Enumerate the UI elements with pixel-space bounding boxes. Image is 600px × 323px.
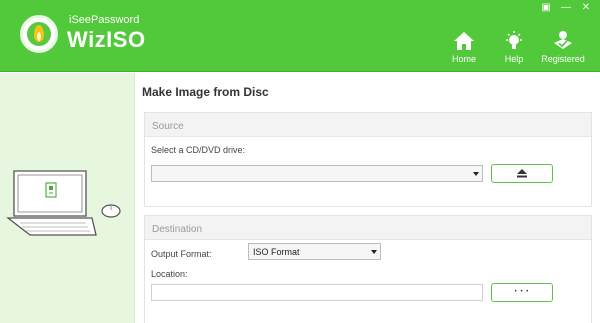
location-label: Location: <box>151 269 188 279</box>
main-content: Make Image from Disc Source Select a CD/… <box>136 73 600 323</box>
browse-button[interactable]: • • • <box>491 283 553 302</box>
window-controls: ▣ — ✕ <box>538 2 594 15</box>
output-format-select[interactable]: ISO Format <box>248 243 381 260</box>
left-illustration-panel <box>0 73 135 323</box>
minimize-button[interactable]: — <box>558 2 574 15</box>
chevron-down-icon <box>371 250 377 254</box>
app-header: iSeePassword WizISO ▣ — ✕ Home Help Regi… <box>0 0 600 72</box>
location-input[interactable] <box>151 284 483 301</box>
chevron-down-icon <box>473 172 479 176</box>
laptop-mouse-illustration <box>6 170 121 236</box>
lightbulb-icon <box>503 28 525 54</box>
brand-subtitle: iSeePassword <box>69 14 140 26</box>
home-icon <box>453 28 475 54</box>
app-logo-icon <box>20 15 58 53</box>
eject-icon <box>517 169 527 178</box>
drive-select[interactable] <box>151 165 483 182</box>
nav-home-label: Home <box>451 54 476 64</box>
output-format-value: ISO Format <box>253 247 300 257</box>
nav-registered-button[interactable]: Registered <box>540 28 586 64</box>
nav-help-label: Help <box>504 54 524 64</box>
nav-home-button[interactable]: Home <box>449 28 479 64</box>
page-title: Make Image from Disc <box>142 85 269 99</box>
source-group: Source Select a CD/DVD drive: <box>144 112 592 207</box>
source-legend: Source <box>145 113 591 137</box>
nav-help-button[interactable]: Help <box>499 28 529 64</box>
close-button[interactable]: ✕ <box>578 2 594 15</box>
destination-group: Destination Output Format: ISO Format Lo… <box>144 215 592 323</box>
drive-label: Select a CD/DVD drive: <box>151 145 246 155</box>
pin-window-button[interactable]: ▣ <box>538 2 554 15</box>
destination-legend: Destination <box>145 216 591 240</box>
output-format-label: Output Format: <box>151 249 212 259</box>
registered-user-icon <box>552 28 574 54</box>
eject-button[interactable] <box>491 164 553 183</box>
nav-registered-label: Registered <box>541 54 585 64</box>
app-name: WizISO <box>67 27 146 52</box>
